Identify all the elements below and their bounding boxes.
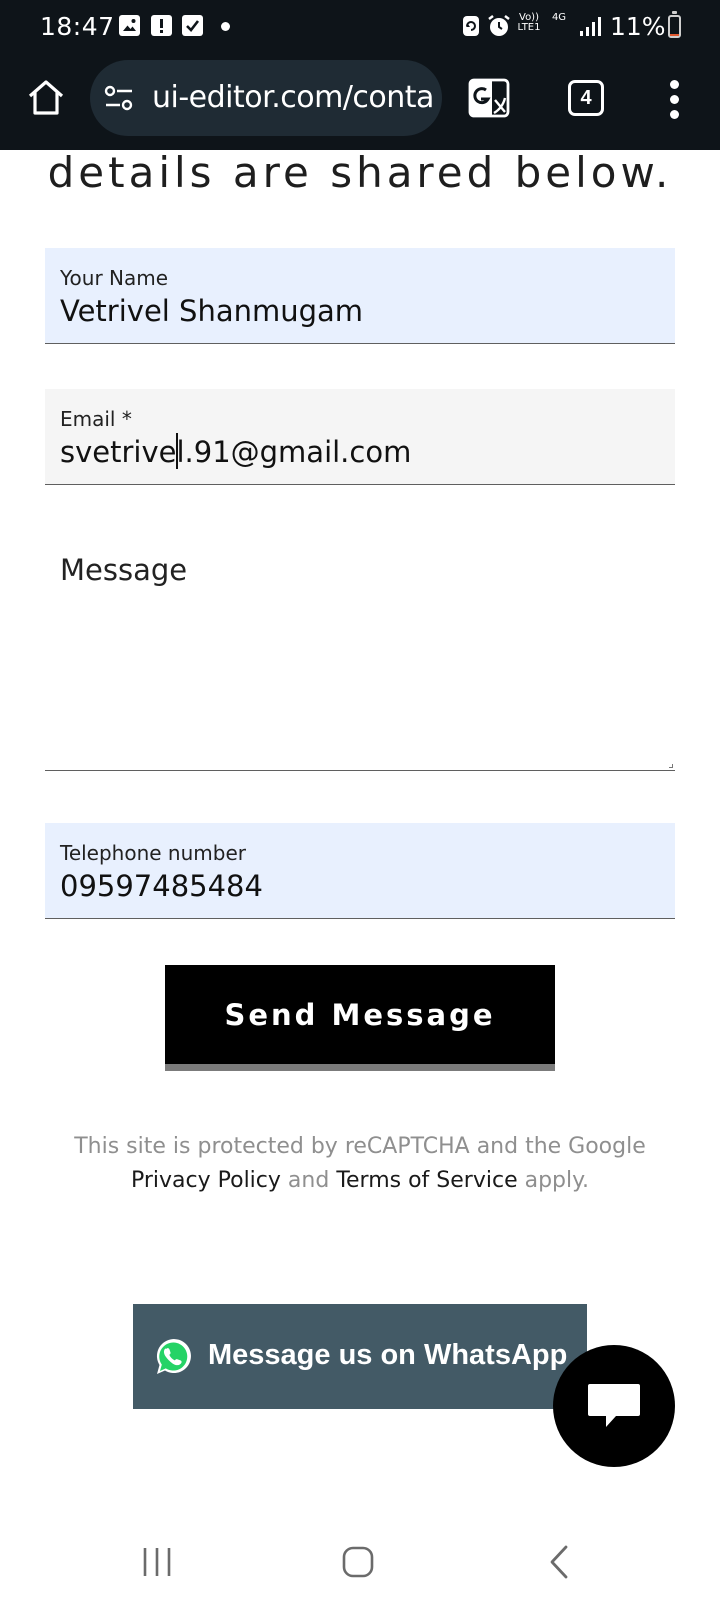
apply-text: apply. — [524, 1168, 590, 1193]
alarm-icon — [488, 15, 510, 36]
tabs-icon[interactable]: 4 — [568, 80, 604, 116]
sync-icon — [463, 16, 479, 36]
recent-apps-icon[interactable] — [135, 1540, 179, 1584]
back-icon[interactable] — [538, 1540, 582, 1584]
page-heading: details are shared below. — [47, 148, 673, 197]
url-text[interactable]: ui-editor.com/contac — [152, 80, 434, 115]
resize-handle[interactable] — [669, 764, 673, 768]
message-label: Message — [60, 553, 188, 587]
site-settings-icon[interactable] — [104, 85, 134, 111]
terms-of-service-link[interactable]: Terms of Service — [336, 1168, 517, 1193]
system-nav-bar — [0, 1520, 720, 1600]
and-text: and — [287, 1168, 330, 1193]
whatsapp-label: Message us on WhatsApp — [208, 1339, 568, 1371]
email-input[interactable]: svetrivel.91@gmail.com — [60, 435, 411, 469]
battery-level — [670, 34, 679, 36]
more-menu-icon[interactable] — [660, 78, 690, 122]
address-bar[interactable]: ui-editor.com/contac — [90, 60, 442, 136]
dot-icon — [221, 22, 230, 31]
send-message-button[interactable]: Send Message — [165, 965, 555, 1071]
translate-icon[interactable] — [468, 76, 512, 120]
email-field[interactable]: Email * svetrivel.91@gmail.com — [45, 389, 675, 485]
recaptcha-text: This site is protected by reCAPTCHA and … — [74, 1134, 646, 1159]
checkbox-icon — [182, 15, 203, 36]
email-label: Email * — [60, 407, 132, 431]
telephone-input[interactable]: 09597485484 — [60, 869, 263, 903]
battery-icon — [668, 11, 681, 38]
image-icon — [119, 15, 140, 36]
signal-icon — [580, 17, 601, 36]
battery-percent: 11% — [610, 12, 666, 41]
name-field[interactable]: Your Name Vetrivel Shanmugam — [45, 248, 675, 344]
message-field[interactable]: Message — [45, 531, 675, 771]
network-type-label: 4G — [551, 12, 567, 23]
privacy-policy-link[interactable]: Privacy Policy — [131, 1168, 281, 1193]
text-cursor — [176, 433, 178, 469]
volte-label: Vo)) LTE1 — [517, 12, 541, 33]
home-icon[interactable] — [24, 76, 68, 120]
telephone-label: Telephone number — [60, 841, 246, 865]
chat-button[interactable] — [553, 1345, 675, 1467]
telephone-field[interactable]: Telephone number 09597485484 — [45, 823, 675, 919]
chat-bubble-icon — [588, 1384, 640, 1427]
whatsapp-button[interactable]: Message us on WhatsApp — [133, 1304, 587, 1409]
status-bar: 18:47 Vo)) LTE1 4G 11% — [0, 0, 720, 54]
alert-icon — [151, 15, 172, 36]
clock: 18:47 — [40, 12, 115, 41]
name-label: Your Name — [60, 266, 169, 290]
whatsapp-icon — [156, 1339, 191, 1374]
home-nav-icon[interactable] — [336, 1540, 380, 1584]
name-input[interactable]: Vetrivel Shanmugam — [60, 294, 363, 328]
browser-toolbar: ui-editor.com/contac 4 — [0, 54, 720, 150]
recaptcha-notice: This site is protected by reCAPTCHA and … — [40, 1130, 680, 1198]
